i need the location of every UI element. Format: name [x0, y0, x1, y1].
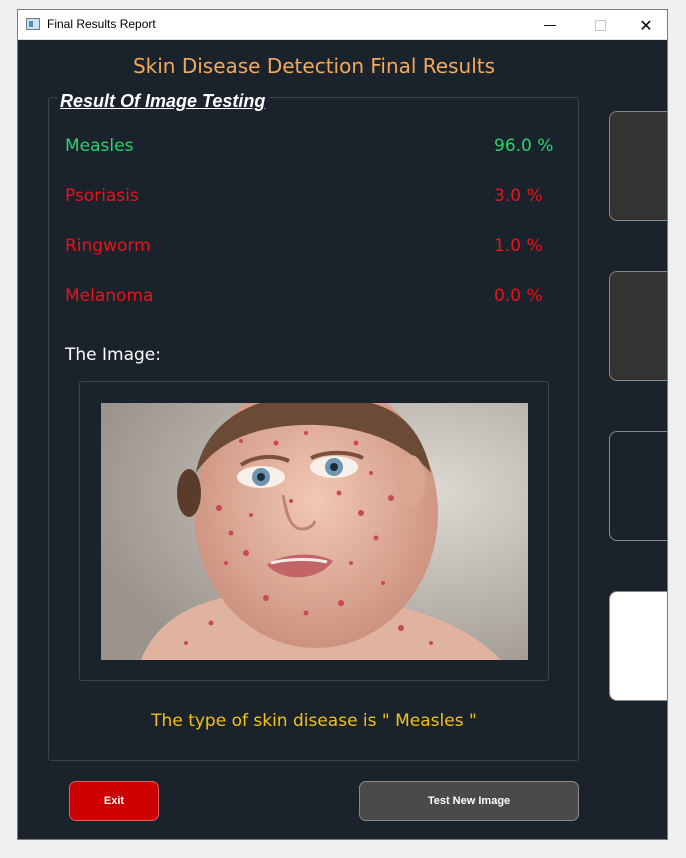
test-image [101, 403, 528, 660]
title-bar: Final Results Report — ✕ [18, 10, 667, 40]
result-percent-ringworm: 1.0 % [494, 236, 543, 256]
app-icon [26, 18, 40, 30]
result-percent-melanoma: 0.0 % [494, 286, 543, 306]
result-percent-psoriasis: 3.0 % [494, 186, 543, 206]
window-title: Final Results Report [47, 17, 156, 31]
report-window: Final Results Report — ✕ Skin Disease De… [17, 9, 668, 840]
side-card-2[interactable] [609, 271, 667, 381]
side-card-1[interactable] [609, 111, 667, 221]
side-card-3[interactable] [609, 431, 667, 541]
test-new-image-button[interactable]: Test New Image [359, 781, 579, 821]
minimize-icon[interactable]: — [527, 10, 573, 40]
results-group-title: Result Of Image Testing [58, 91, 270, 112]
side-card-4[interactable] [609, 591, 667, 701]
result-percent-measles: 96.0 % [494, 136, 554, 156]
result-label-measles: Measles [65, 136, 134, 156]
result-label-ringworm: Ringworm [65, 236, 151, 256]
detection-result-text: The type of skin disease is " Measles " [151, 711, 477, 731]
result-label-melanoma: Melanoma [65, 286, 154, 306]
page-title: Skin Disease Detection Final Results [132, 54, 496, 78]
maximize-icon [577, 10, 623, 40]
close-icon[interactable]: ✕ [623, 10, 667, 40]
image-label: The Image: [65, 345, 161, 365]
result-label-psoriasis: Psoriasis [65, 186, 139, 206]
exit-button[interactable]: Exit [69, 781, 159, 821]
